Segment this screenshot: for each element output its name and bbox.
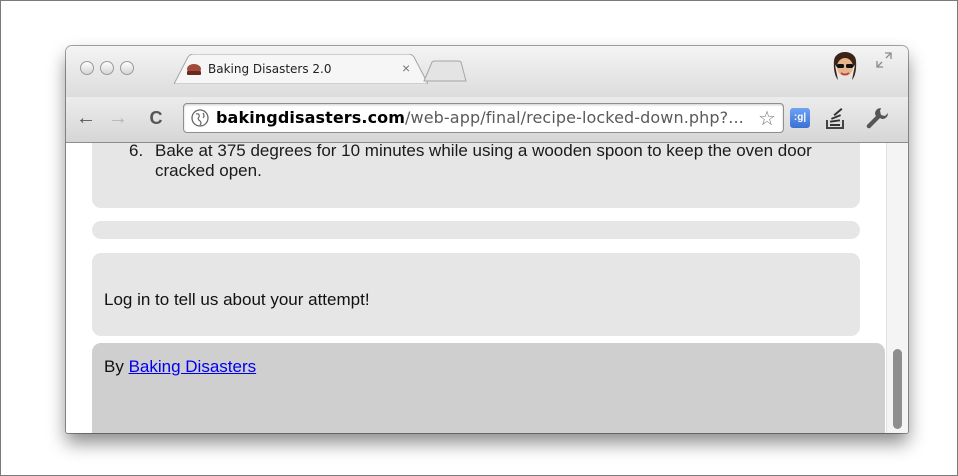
back-arrow-icon[interactable]: ←	[74, 106, 98, 130]
byline-prefix: By	[104, 357, 129, 376]
browser-window: Baking Disasters 2.0 × ← → C bakingdisas…	[66, 46, 908, 433]
minimize-window-button[interactable]	[100, 61, 114, 75]
divider-card	[92, 221, 860, 239]
address-bar[interactable]: bakingdisasters.com/web-app/final/recipe…	[183, 103, 784, 133]
author-link[interactable]: Baking Disasters	[129, 357, 257, 376]
footer: By Baking Disasters	[92, 343, 885, 433]
zoom-window-button[interactable]	[120, 61, 134, 75]
forward-arrow-icon[interactable]: →	[106, 106, 130, 130]
wrench-menu-icon[interactable]	[864, 105, 890, 131]
tab-title: Baking Disasters 2.0	[208, 62, 332, 76]
tab-close-icon[interactable]: ×	[402, 60, 410, 76]
bookmark-star-icon[interactable]: ☆	[758, 106, 776, 131]
url-text: bakingdisasters.com/web-app/final/recipe…	[216, 108, 744, 127]
globe-icon	[191, 109, 209, 127]
google-extension-icon[interactable]: :g|	[790, 108, 810, 128]
step-text: Bake at 375 degrees for 10 minutes while…	[155, 143, 812, 180]
toolbar: ← → C bakingdisasters.com/web-app/final/…	[66, 97, 908, 143]
page-viewport: 6. Bake at 375 degrees for 10 minutes wh…	[66, 143, 908, 433]
url-path: /web-app/final/recipe-locked-down.php?..…	[405, 108, 744, 127]
fullscreen-icon[interactable]	[876, 52, 892, 68]
new-tab-button[interactable]	[422, 60, 468, 82]
recipe-steps-card: 6. Bake at 375 degrees for 10 minutes wh…	[92, 143, 860, 208]
favicon-icon	[187, 64, 201, 75]
title-bar: Baking Disasters 2.0 ×	[66, 46, 908, 97]
tab-content[interactable]: Baking Disasters 2.0 ×	[174, 54, 428, 84]
stack-overflow-extension-icon[interactable]	[824, 106, 846, 130]
profile-avatar-icon[interactable]	[830, 50, 860, 84]
url-host: bakingdisasters.com	[216, 108, 406, 127]
scrollbar-thumb[interactable]	[893, 349, 902, 429]
byline: By Baking Disasters	[104, 357, 256, 377]
reload-icon[interactable]: C	[144, 106, 168, 130]
comment-card: Log in to tell us about your attempt!	[92, 253, 860, 336]
login-prompt: Log in to tell us about your attempt!	[104, 290, 370, 309]
close-window-button[interactable]	[80, 61, 94, 75]
step-number: 6.	[129, 143, 144, 160]
